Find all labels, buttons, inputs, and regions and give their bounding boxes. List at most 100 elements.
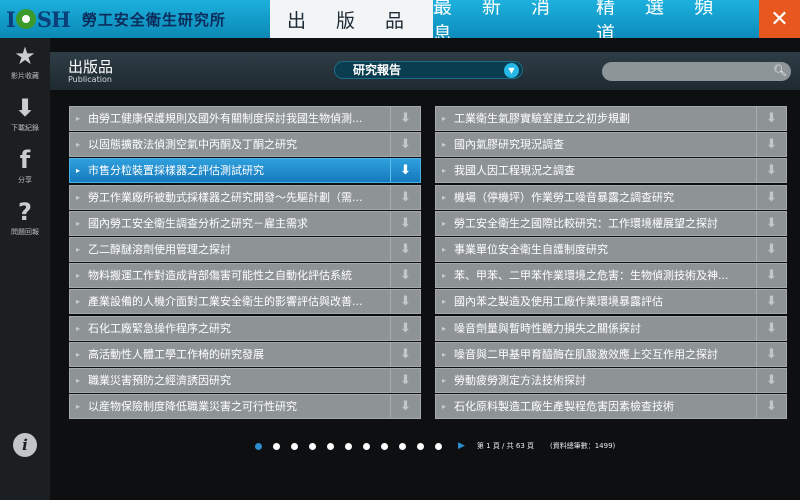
page-dot[interactable] — [345, 442, 352, 450]
search-input[interactable] — [602, 62, 791, 81]
publication-title: 事業單位安全衛生自護制度研究 — [436, 238, 756, 261]
list-item[interactable]: 機場（停機坪）作業勞工噪音暴露之調查研究⬇ — [435, 184, 787, 210]
download-icon[interactable]: ⬇ — [756, 316, 786, 340]
list-item[interactable]: 噪音與二甲基甲育醯酶在肌酸激效應上交互作用之探討⬇ — [435, 341, 787, 367]
page-dot[interactable] — [273, 442, 280, 450]
list-item[interactable]: 由勞工健康保護規則及國外有關制度探討我國生物偵測...⬇ — [69, 106, 421, 131]
publication-title: 高活動性人體工學工作椅的研究發展 — [70, 343, 390, 366]
page-dot[interactable] — [255, 442, 262, 450]
question-icon: ? — [18, 198, 32, 226]
list-item[interactable]: 以固態擴散法偵測空氣中丙酮及丁酮之研究⬇ — [69, 132, 421, 158]
category-dropdown[interactable]: 研究報告 ▼ — [334, 61, 523, 79]
publication-title: 職業災害預防之經濟誘因研究 — [70, 369, 390, 392]
list-item[interactable]: 勞工作業廠所被動式採樣器之研究開發～先驅計劃（需...⬇ — [69, 184, 421, 210]
publication-title: 國內勞工安全衛生調查分析之研究－雇主需求 — [70, 212, 390, 235]
download-icon[interactable]: ⬇ — [390, 316, 420, 340]
download-icon[interactable]: ⬇ — [390, 107, 420, 130]
page-dot[interactable] — [417, 442, 424, 450]
download-icon[interactable]: ⬇ — [756, 159, 786, 183]
download-icon[interactable]: ⬇ — [390, 368, 420, 392]
close-button[interactable]: ✕ — [759, 0, 800, 38]
logo-area[interactable]: I SH 勞工安全衛生研究所 — [0, 0, 270, 38]
page-info: 第 1 頁 / 共 63 頁 — [476, 442, 534, 450]
sidebar-item-label: 影片收藏 — [11, 72, 39, 80]
download-icon[interactable]: ⬇ — [756, 368, 786, 392]
download-icon[interactable]: ⬇ — [390, 185, 420, 209]
publication-title: 機場（停機坪）作業勞工噪音暴露之調查研究 — [436, 186, 756, 209]
sidebar-item-label: 分享 — [18, 176, 32, 184]
list-item[interactable]: 物料搬運工作對造成背部傷害可能性之自動化評估系統⬇ — [69, 263, 421, 289]
chevron-down-icon[interactable]: ▼ — [504, 63, 519, 78]
list-item[interactable]: 工業衛生氣膠實驗室建立之初步規劃⬇ — [435, 106, 787, 131]
download-icon[interactable]: ⬇ — [756, 264, 786, 288]
download-icon[interactable]: ⬇ — [390, 395, 420, 419]
publication-title: 石化原料製造工廠生產製程危害因素檢查技術 — [436, 395, 756, 418]
list-item[interactable]: 事業單位安全衛生自護制度研究⬇ — [435, 236, 787, 262]
download-icon[interactable]: ⬇ — [756, 107, 786, 130]
list-item[interactable]: 高活動性人體工學工作椅的研究發展⬇ — [69, 341, 421, 367]
download-icon[interactable]: ⬇ — [390, 264, 420, 288]
tab-publications[interactable]: 出 版 品 — [270, 0, 433, 47]
list-item[interactable]: 苯、甲苯、二甲苯作業環境之危害：生物偵測技術及神...⬇ — [435, 263, 787, 289]
star-icon: ★ — [14, 42, 36, 70]
list-item[interactable]: 石化原料製造工廠生產製程危害因素檢查技術⬇ — [435, 394, 787, 420]
download-icon[interactable]: ⬇ — [390, 237, 420, 261]
publication-header: 出版品 Publication 研究報告 ▼ 🔍︎ — [50, 52, 800, 90]
list-item[interactable]: 石化工廠緊急操作程序之研究⬇ — [69, 315, 421, 341]
publication-title: 由勞工健康保護規則及國外有關制度探討我國生物偵測... — [70, 107, 390, 130]
list-item[interactable]: 國內苯之製造及使用工廠作業環境暴露評估⬇ — [435, 289, 787, 315]
download-icon[interactable]: ⬇ — [756, 290, 786, 314]
publication-title: 物料搬運工作對造成背部傷害可能性之自動化評估系統 — [70, 264, 390, 287]
list-item[interactable]: 以産物保險制度降低職業災害之可行性研究⬇ — [69, 394, 421, 420]
download-icon[interactable]: ⬇ — [390, 159, 420, 183]
list-item[interactable]: 勞動疲勞測定方法技術探討⬇ — [435, 367, 787, 393]
download-icon[interactable]: ⬇ — [756, 185, 786, 209]
publication-title: 噪音與二甲基甲育醯酶在肌酸激效應上交互作用之探討 — [436, 343, 756, 366]
download-icon[interactable]: ⬇ — [756, 133, 786, 157]
sidebar-item-feedback[interactable]: ? 問題回報 — [0, 194, 50, 246]
publication-title: 國內氣膠研究現況調查 — [436, 133, 756, 156]
download-icon[interactable]: ⬇ — [390, 342, 420, 366]
tab-featured-channels[interactable]: 精 選 頻 道 — [596, 0, 759, 45]
page-dot[interactable] — [291, 442, 298, 450]
list-item[interactable]: 我國人因工程現況之調查⬇ — [435, 158, 787, 184]
page-dot[interactable] — [309, 442, 316, 450]
list-item[interactable]: 國內勞工安全衛生調查分析之研究－雇主需求⬇ — [69, 210, 421, 236]
list-item[interactable]: 噪音劑量與暫時性聽力損失之關係探討⬇ — [435, 315, 787, 341]
tab-news[interactable]: 最 新 消 息 — [433, 0, 596, 45]
sidebar-item-downloads[interactable]: ⬇ 下載紀錄 — [0, 90, 50, 142]
page-dot[interactable] — [363, 442, 370, 450]
publication-list-right: 工業衛生氣膠實驗室建立之初步規劃⬇國內氣膠研究現況調查⬇我國人因工程現況之調查⬇… — [435, 106, 787, 420]
page-dot[interactable] — [327, 442, 334, 450]
download-icon[interactable]: ⬇ — [756, 211, 786, 235]
list-item[interactable]: 勞工安全衛生之國際比較研究：工作環境權展望之探討⬇ — [435, 210, 787, 236]
sidebar-item-share[interactable]: f 分享 — [0, 142, 50, 194]
publication-title: 我國人因工程現況之調查 — [436, 159, 756, 182]
page-dot[interactable] — [381, 442, 388, 450]
publication-title: 苯、甲苯、二甲苯作業環境之危害：生物偵測技術及神... — [436, 264, 756, 287]
sidebar: ★ 影片收藏 ⬇ 下載紀錄 f 分享 ? 問題回報 i — [0, 38, 50, 500]
list-item[interactable]: 市售分粒裝置採樣器之評估測試研究⬇ — [69, 158, 421, 184]
download-icon[interactable]: ⬇ — [390, 133, 420, 157]
publication-title: 石化工廠緊急操作程序之研究 — [70, 317, 390, 340]
next-page-button[interactable]: ▶ — [458, 441, 465, 451]
list-item[interactable]: 乙二醇醚溶劑使用管理之探討⬇ — [69, 236, 421, 262]
facebook-icon: f — [19, 146, 31, 174]
download-icon[interactable]: ⬇ — [756, 342, 786, 366]
iosh-logo: I SH — [6, 6, 71, 32]
page-dot[interactable] — [435, 442, 442, 450]
list-item[interactable]: 產業設備的人機介面對工業安全衛生的影響評估與改善...⬇ — [69, 289, 421, 315]
info-icon[interactable]: i — [13, 433, 37, 457]
download-icon[interactable]: ⬇ — [756, 237, 786, 261]
search-icon[interactable]: 🔍︎ — [773, 64, 787, 77]
page-dot[interactable] — [399, 442, 406, 450]
list-item[interactable]: 職業災害預防之經濟誘因研究⬇ — [69, 367, 421, 393]
download-icon[interactable]: ⬇ — [390, 290, 420, 314]
download-icon[interactable]: ⬇ — [390, 211, 420, 235]
sidebar-item-favorites[interactable]: ★ 影片收藏 — [0, 38, 50, 90]
download-icon[interactable]: ⬇ — [756, 395, 786, 419]
publication-list-left: 由勞工健康保護規則及國外有關制度探討我國生物偵測...⬇以固態擴散法偵測空氣中丙… — [69, 106, 421, 420]
category-value: 研究報告 — [353, 63, 402, 77]
list-item[interactable]: 國內氣膠研究現況調查⬇ — [435, 132, 787, 158]
page-subtitle: Publication — [68, 75, 112, 84]
